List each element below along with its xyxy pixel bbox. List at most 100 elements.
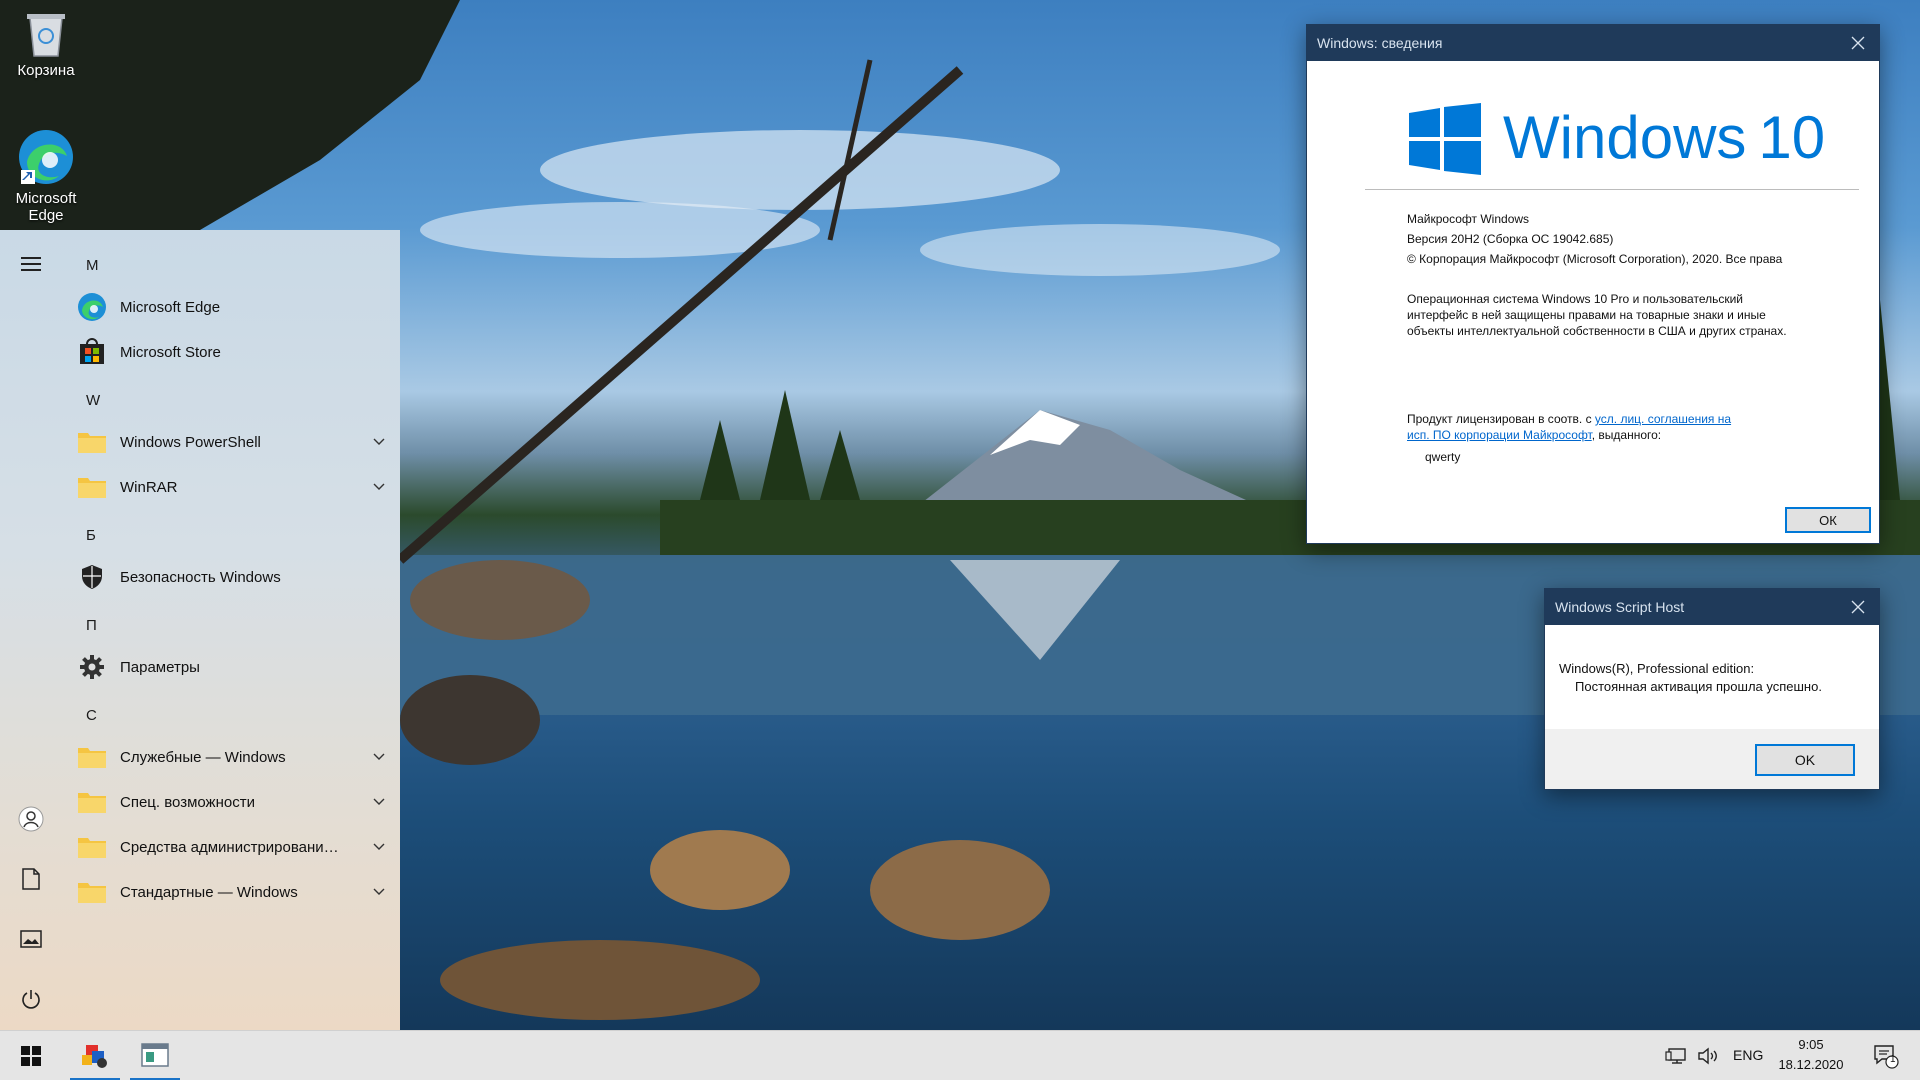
app-label: Параметры xyxy=(120,658,200,676)
license-link[interactable]: усл. лиц. соглашения на xyxy=(1595,412,1731,426)
taskbar-app-about[interactable] xyxy=(130,1031,180,1080)
pictures-icon[interactable] xyxy=(14,922,48,956)
app-item-settings[interactable]: Параметры xyxy=(76,647,386,687)
hamburger-icon[interactable] xyxy=(14,247,48,281)
wsh-dialog-title: Windows Script Host xyxy=(1555,599,1685,615)
app-label: Средства администрирования Windows xyxy=(120,838,340,856)
about-windows-dialog: Windows: сведения Windows 10 Майкрософт W… xyxy=(1306,24,1880,544)
wsh-message-line: Windows(R), Professional edition: xyxy=(1559,661,1755,676)
desktop-icon-label: Microsoft Edge xyxy=(15,190,77,224)
about-info: Майкрософт Windows Версия 20H2 (Сборка О… xyxy=(1407,211,1867,271)
start-menu-rail xyxy=(0,230,62,1030)
edge-icon xyxy=(76,291,108,323)
about-ok-button[interactable]: ОК xyxy=(1785,507,1871,533)
wsh-dialog-titlebar[interactable]: Windows Script Host xyxy=(1545,589,1879,625)
app-item-system-tools[interactable]: Служебные — Windows xyxy=(76,737,386,777)
folder-icon xyxy=(76,876,108,908)
app-item-winrar[interactable]: WinRAR xyxy=(76,467,386,507)
app-item-microsoft-edge[interactable]: Microsoft Edge xyxy=(76,287,386,327)
group-letter-p[interactable]: П xyxy=(86,617,97,634)
notification-center-button[interactable]: 1 xyxy=(1866,1031,1906,1080)
about-dialog-title: Windows: сведения xyxy=(1317,35,1443,51)
app-item-admin-tools[interactable]: Средства администрирования Windows xyxy=(76,827,386,867)
folder-icon xyxy=(76,426,108,458)
app-label: Безопасность Windows xyxy=(120,568,281,586)
desktop-icon-edge[interactable]: Microsoft Edge xyxy=(6,128,86,224)
about-license: Продукт лицензирован в соотв. с усл. лиц… xyxy=(1407,411,1867,465)
folder-icon xyxy=(76,471,108,503)
app-item-windows-security[interactable]: Безопасность Windows xyxy=(76,557,386,597)
license-suffix: , выданного: xyxy=(1591,428,1662,442)
app-label: Спец. возможности xyxy=(120,793,255,811)
start-app-list: M Microsoft Edge Microsoft Store W Windo… xyxy=(62,230,400,1030)
chevron-down-icon[interactable] xyxy=(372,885,386,899)
group-letter-m[interactable]: M xyxy=(86,257,99,274)
legal-line: Операционная система Windows 10 Pro и по… xyxy=(1407,292,1743,306)
app-label: WinRAR xyxy=(120,478,178,496)
desktop-icon-recycle-bin[interactable]: Корзина xyxy=(6,8,86,79)
close-icon[interactable] xyxy=(1843,28,1873,58)
chevron-down-icon[interactable] xyxy=(372,480,386,494)
clock-time[interactable]: 9:05 xyxy=(1778,1037,1844,1052)
license-link[interactable]: исп. ПО корпорации Майкрософт xyxy=(1407,428,1592,442)
wsh-dialog-body: Windows(R), Professional edition: Постоя… xyxy=(1545,625,1879,729)
legal-line: объекты интеллектуальной собственности в… xyxy=(1407,324,1787,338)
app-item-microsoft-store[interactable]: Microsoft Store xyxy=(76,332,386,372)
chevron-down-icon[interactable] xyxy=(372,435,386,449)
wsh-dialog: Windows Script Host Windows(R), Professi… xyxy=(1544,588,1880,790)
clock-date[interactable]: 18.12.2020 xyxy=(1772,1057,1850,1072)
desktop-icon-label: Корзина xyxy=(17,62,75,79)
logo-text: Windows xyxy=(1503,104,1747,171)
volume-icon[interactable] xyxy=(1694,1031,1722,1080)
app-item-accessories[interactable]: Стандартные — Windows xyxy=(76,872,386,912)
chevron-down-icon[interactable] xyxy=(372,840,386,854)
user-icon[interactable] xyxy=(14,802,48,836)
app-item-windows-powershell[interactable]: Windows PowerShell xyxy=(76,422,386,462)
windows-logo-icon xyxy=(21,1046,41,1066)
group-letter-s[interactable]: С xyxy=(86,707,97,724)
about-legal-text: Операционная система Windows 10 Pro и по… xyxy=(1407,291,1867,339)
about-dialog-titlebar[interactable]: Windows: сведения xyxy=(1307,25,1879,61)
about-line-copyright: © Корпорация Майкрософт (Microsoft Corpo… xyxy=(1407,252,1783,266)
license-prefix: Продукт лицензирован в соотв. с xyxy=(1407,412,1595,426)
windows-logo-icon xyxy=(1409,103,1481,175)
edge-icon xyxy=(19,130,73,184)
app-label: Microsoft Edge xyxy=(120,298,221,316)
licensee-name: qwerty xyxy=(1425,450,1461,464)
about-dialog-body: Windows 10 Майкрософт Windows Версия 20H2… xyxy=(1307,61,1879,543)
gear-icon xyxy=(76,651,108,683)
logo-version: 10 xyxy=(1758,104,1826,171)
close-icon[interactable] xyxy=(1843,592,1873,622)
app-label: Служебные — Windows xyxy=(120,748,286,766)
group-letter-b[interactable]: Б xyxy=(86,527,96,544)
store-icon xyxy=(76,336,108,368)
folder-icon xyxy=(76,786,108,818)
script-host-icon xyxy=(82,1044,107,1068)
about-line-product: Майкрософт Windows xyxy=(1407,212,1530,226)
wsh-message-line: Постоянная активация прошла успешно. xyxy=(1575,679,1822,694)
shield-icon xyxy=(76,561,108,593)
app-item-accessibility[interactable]: Спец. возможности xyxy=(76,782,386,822)
windows-wordmark: Windows 10 xyxy=(1503,105,1825,171)
power-icon[interactable] xyxy=(14,982,48,1016)
about-line-version: Версия 20H2 (Сборка ОС 19042.685) xyxy=(1407,232,1614,246)
folder-icon xyxy=(76,831,108,863)
folder-icon xyxy=(76,741,108,773)
start-button[interactable] xyxy=(8,1031,54,1080)
recycle-bin-icon xyxy=(27,14,65,57)
language-indicator[interactable]: ENG xyxy=(1733,1047,1763,1063)
start-menu: M Microsoft Edge Microsoft Store W Windo… xyxy=(0,230,400,1030)
wsh-ok-button[interactable]: OK xyxy=(1755,744,1855,776)
notification-count: 1 xyxy=(1890,1054,1896,1065)
group-letter-w[interactable]: W xyxy=(86,392,100,409)
window-app-icon xyxy=(141,1042,169,1067)
document-icon[interactable] xyxy=(14,862,48,896)
chevron-down-icon[interactable] xyxy=(372,795,386,809)
app-label: Microsoft Store xyxy=(120,343,221,361)
app-label: Windows PowerShell xyxy=(120,433,261,451)
taskbar-app-wsh[interactable] xyxy=(70,1031,120,1080)
chevron-down-icon[interactable] xyxy=(372,750,386,764)
legal-line: интерфейс в ней защищены правами на това… xyxy=(1407,308,1766,322)
network-icon[interactable] xyxy=(1662,1031,1690,1080)
app-label: Стандартные — Windows xyxy=(120,883,298,901)
